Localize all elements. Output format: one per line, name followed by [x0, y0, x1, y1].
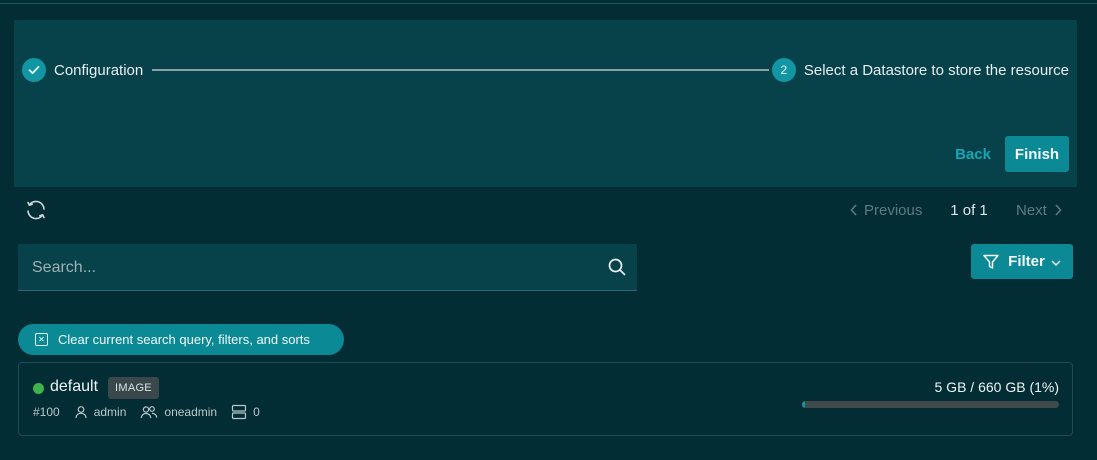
usage-fill — [802, 401, 805, 408]
step-label: Configuration — [54, 61, 144, 79]
status-dot — [33, 383, 44, 394]
step-connector — [152, 69, 769, 71]
clear-filters-label: Clear current search query, filters, and… — [58, 332, 310, 347]
usage-bar — [802, 401, 1059, 408]
pagination: Previous 1 of 1 Next — [848, 199, 1064, 221]
next-button[interactable]: Next — [1016, 202, 1064, 219]
user-icon — [74, 406, 87, 419]
search-icon[interactable] — [607, 257, 627, 277]
datastore-name: default — [50, 378, 99, 395]
datastore-row[interactable]: default IMAGE #100 admin oneadmin 0 5 GB… — [18, 362, 1073, 436]
step-number: 2 — [771, 58, 796, 82]
datastore-owner: admin — [93, 405, 127, 419]
previous-label: Previous — [864, 201, 923, 219]
finish-button[interactable]: Finish — [1005, 136, 1069, 172]
step-label: Select a Datastore to store the resource — [803, 61, 1069, 79]
back-button[interactable]: Back — [950, 136, 996, 172]
chevron-down-icon — [1051, 260, 1061, 266]
datastore-meta: #100 admin oneadmin 0 — [33, 404, 260, 420]
type-badge: IMAGE — [108, 377, 159, 399]
datastore-clusters: 0 — [253, 405, 260, 419]
usage-text: 5 GB / 660 GB (1%) — [934, 379, 1060, 395]
filter-icon — [983, 254, 999, 269]
datastore-group: oneadmin — [164, 405, 218, 419]
datastore-id: #100 — [33, 405, 60, 419]
stepper-panel: Configuration 2 Select a Datastore to st… — [14, 20, 1077, 187]
search-box — [18, 244, 637, 292]
filter-button[interactable]: Filter — [971, 244, 1073, 279]
group-icon — [140, 406, 158, 419]
step-select-datastore[interactable]: 2 Select a Datastore to store the resour… — [771, 58, 1069, 82]
refresh-icon[interactable] — [24, 198, 48, 222]
next-label: Next — [1016, 201, 1047, 219]
search-input[interactable] — [30, 244, 594, 292]
top-divider — [0, 3, 1097, 4]
clear-filters-button[interactable]: ✕ Clear current search query, filters, a… — [18, 324, 344, 355]
close-icon: ✕ — [35, 333, 48, 346]
step-configuration[interactable]: Configuration — [22, 58, 143, 82]
chevron-right-icon — [1055, 204, 1062, 216]
server-icon — [232, 404, 247, 420]
chevron-left-icon — [850, 204, 857, 216]
filter-label: Filter — [1008, 253, 1045, 270]
page-info: 1 of 1 — [950, 201, 988, 219]
check-icon — [22, 58, 46, 82]
previous-button[interactable]: Previous — [848, 202, 926, 219]
